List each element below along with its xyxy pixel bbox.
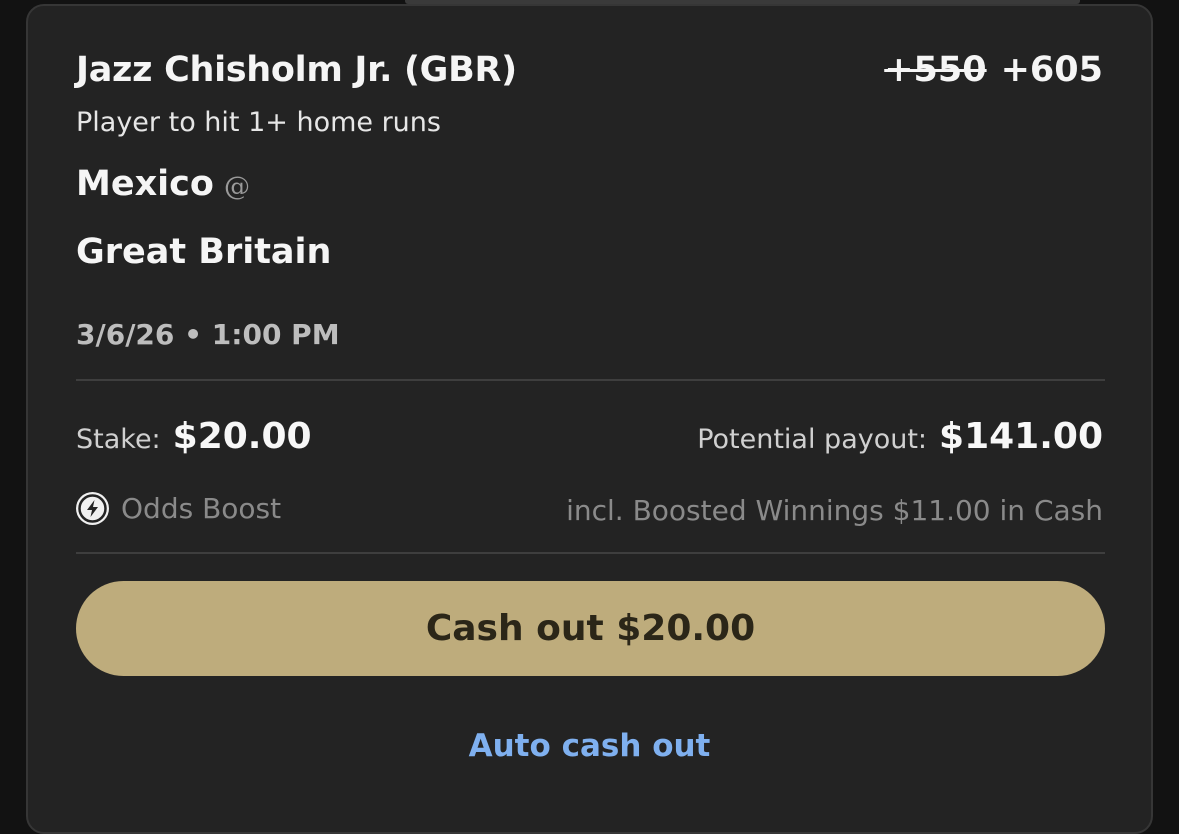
divider-bottom [76, 552, 1105, 554]
stake-label: Stake: [76, 424, 161, 455]
bet-slip-card: Jazz Chisholm Jr. (GBR) +550 +605 Player… [26, 4, 1153, 834]
payout-row: Potential payout: $141.00 [697, 416, 1103, 457]
original-odds: +550 [884, 50, 987, 90]
at-symbol: @ [223, 172, 250, 202]
payout-label: Potential payout: [697, 424, 928, 455]
odds-display: +550 +605 [884, 50, 1103, 90]
home-team-name: Great Britain [76, 232, 332, 272]
divider-top [76, 379, 1105, 381]
odds-boost-label: Odds Boost [121, 492, 282, 525]
away-team-name: Mexico [76, 164, 214, 204]
lightning-bolt-icon [76, 492, 109, 525]
game-datetime: 3/6/26 • 1:00 PM [76, 318, 340, 351]
bet-market: Player to hit 1+ home runs [76, 107, 441, 138]
boosted-winnings-note: incl. Boosted Winnings $11.00 in Cash [566, 494, 1103, 527]
boosted-odds: +605 [1000, 50, 1103, 90]
away-team: Mexico @ [76, 164, 250, 204]
payout-amount: $141.00 [939, 416, 1103, 457]
stake-row: Stake: $20.00 [76, 416, 312, 457]
cash-out-button[interactable]: Cash out $20.00 [76, 581, 1105, 676]
stake-amount: $20.00 [172, 416, 312, 457]
odds-boost-row: Odds Boost [76, 492, 281, 525]
auto-cash-out-link[interactable]: Auto cash out [28, 728, 1151, 764]
player-name: Jazz Chisholm Jr. (GBR) [76, 50, 517, 90]
